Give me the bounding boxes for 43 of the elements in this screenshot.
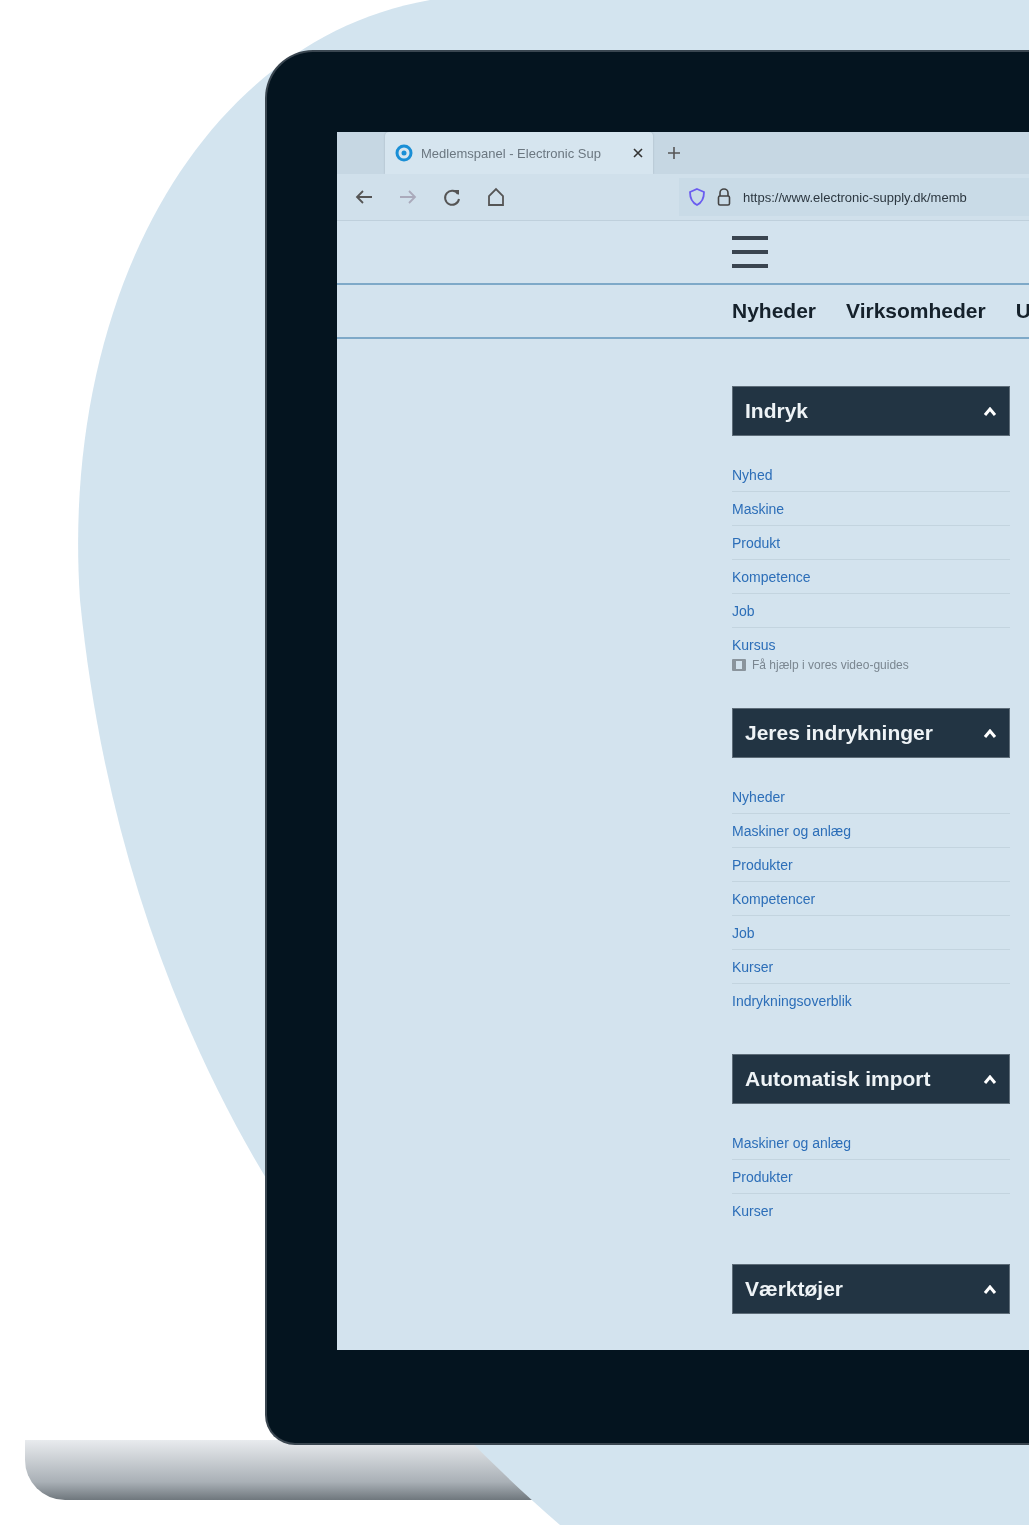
site-logo-icon — [395, 144, 413, 162]
menu-link[interactable]: Produkt — [732, 534, 781, 551]
home-icon[interactable] — [485, 186, 507, 209]
menu-link[interactable]: Kurser — [732, 958, 774, 975]
menu-link[interactable]: Produkter — [732, 856, 793, 873]
lock-icon — [717, 188, 731, 207]
section-title: Automatisk import — [745, 1067, 931, 1091]
film-icon — [732, 659, 746, 671]
caret-up-icon[interactable] — [983, 406, 997, 416]
menu-link[interactable]: Kurser — [732, 1203, 774, 1219]
section-title: Jeres indrykninger — [745, 721, 933, 745]
caret-up-icon[interactable] — [983, 728, 997, 738]
menu-icon[interactable] — [730, 234, 770, 269]
shield-icon — [689, 188, 705, 207]
nav-link[interactable]: Nyheder — [732, 298, 817, 323]
menu-link[interactable]: Job — [732, 924, 755, 941]
help-link[interactable]: Få hjælp i vores video-guides — [752, 658, 909, 672]
nav-link[interactable]: U — [1015, 298, 1029, 323]
section-title: Værktøjer — [745, 1277, 844, 1301]
caret-up-icon[interactable] — [983, 1074, 997, 1084]
menu-link[interactable]: Kursus — [732, 637, 776, 653]
close-icon[interactable] — [633, 148, 643, 158]
caret-up-icon[interactable] — [983, 1284, 997, 1294]
nav-link[interactable]: Virksomheder — [846, 298, 986, 323]
menu-link[interactable]: Maskine — [732, 500, 785, 517]
menu-link[interactable]: Maskiner og anlæg — [732, 822, 852, 839]
new-tab-icon[interactable] — [667, 146, 681, 160]
url-text: https://www.electronic-supply.dk/memb — [743, 189, 967, 205]
menu-link[interactable]: Maskiner og anlæg — [732, 1134, 852, 1151]
menu-link[interactable]: Nyheder — [732, 788, 785, 805]
menu-link[interactable]: Kompetence — [732, 568, 811, 585]
address-bar[interactable]: https://www.electronic-supply.dk/memb — [679, 178, 1029, 217]
section-header[interactable]: Værktøjer — [732, 1264, 1010, 1314]
section-header[interactable]: Indryk — [732, 386, 1010, 436]
section-header[interactable]: Automatisk import — [732, 1054, 1010, 1104]
browser-tab[interactable]: Medlemspanel - Electronic Sup — [385, 132, 653, 174]
menu-link[interactable]: Job — [732, 602, 755, 619]
section-header[interactable]: Jeres indrykninger — [732, 708, 1010, 758]
menu-link[interactable]: Kompetencer — [732, 890, 816, 907]
menu-link[interactable]: Nyhed — [732, 466, 773, 483]
menu-link[interactable]: Indrykningsoverblik — [732, 993, 852, 1009]
menu-link[interactable]: Produkter — [732, 1168, 793, 1185]
section-title: Indryk — [745, 399, 809, 423]
